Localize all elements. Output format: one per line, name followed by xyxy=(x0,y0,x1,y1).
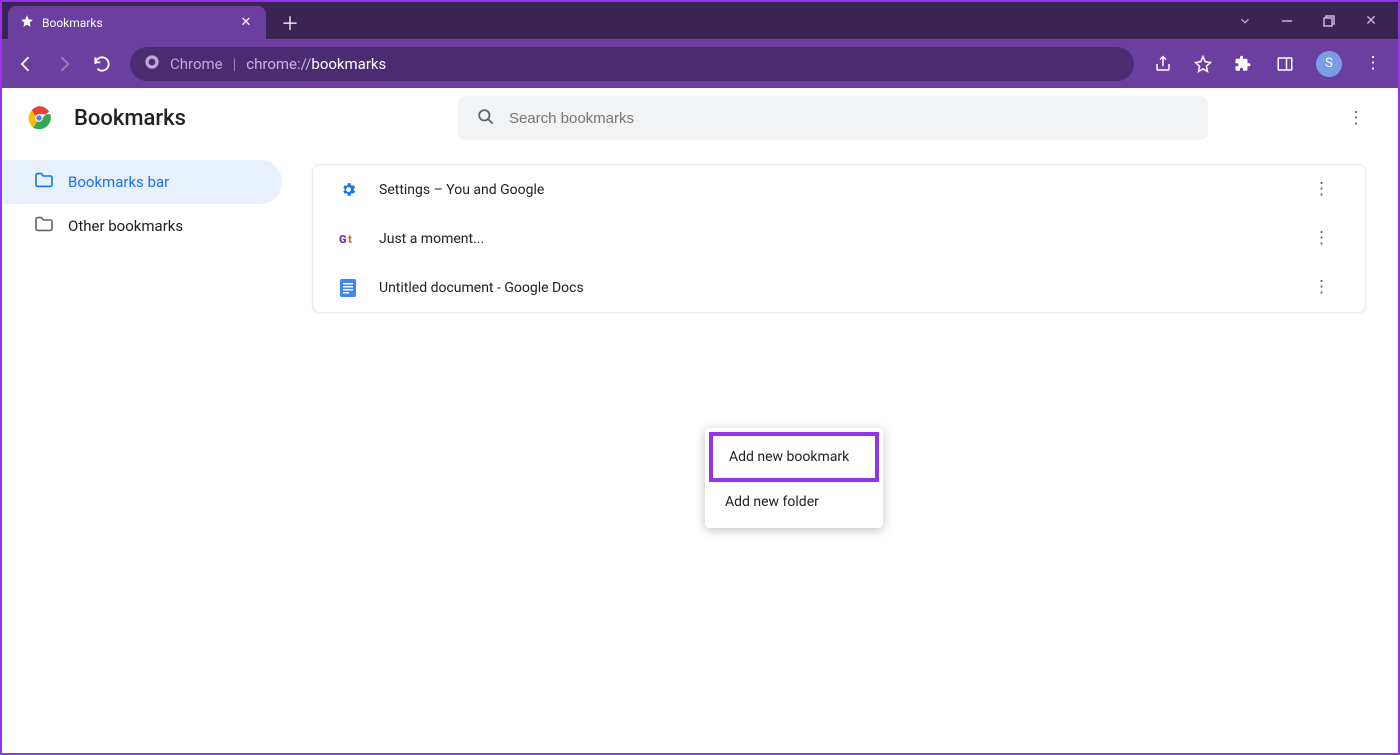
page-title: Bookmarks xyxy=(74,106,186,131)
star-icon xyxy=(20,14,34,31)
sidebar: Bookmarks bar Other bookmarks xyxy=(2,148,292,753)
title-bar: Bookmarks ✕ ＋ ✕ xyxy=(2,2,1398,39)
bookmark-title: Untitled document - Google Docs xyxy=(379,280,1291,296)
page-header: Bookmarks ⋮ xyxy=(2,88,1398,148)
context-add-new-bookmark[interactable]: Add new bookmark xyxy=(709,432,879,482)
bookmark-item[interactable]: Settings – You and Google ⋮ xyxy=(313,165,1365,214)
sidebar-item-bookmarks-bar[interactable]: Bookmarks bar xyxy=(2,160,282,204)
bookmark-item[interactable]: Untitled document - Google Docs ⋮ xyxy=(313,263,1365,312)
bookmark-title: Settings – You and Google xyxy=(379,182,1291,198)
chrome-logo-icon xyxy=(26,105,52,131)
sidebar-item-label: Other bookmarks xyxy=(68,217,183,235)
favicon-icon: Gt xyxy=(339,230,357,248)
bookmark-list: Settings – You and Google ⋮ Gt Just a mo… xyxy=(312,164,1366,313)
bookmarks-page: Bookmarks ⋮ Bookmarks bar Other bookmark… xyxy=(2,88,1398,753)
profile-avatar[interactable]: S xyxy=(1316,51,1342,77)
window-controls: ✕ xyxy=(1218,2,1398,39)
sidebar-item-other-bookmarks[interactable]: Other bookmarks xyxy=(2,204,282,248)
svg-text:t: t xyxy=(348,233,352,245)
site-info-icon[interactable] xyxy=(144,54,160,74)
context-add-new-folder[interactable]: Add new folder xyxy=(705,482,883,522)
sidepanel-icon[interactable] xyxy=(1274,53,1296,75)
forward-button[interactable] xyxy=(54,54,74,74)
browser-toolbar: Chrome | chrome://bookmarks S ⋮ xyxy=(2,39,1398,88)
address-bar[interactable]: Chrome | chrome://bookmarks xyxy=(130,47,1134,81)
content: Bookmarks bar Other bookmarks Settings –… xyxy=(2,148,1398,753)
minimize-icon[interactable] xyxy=(1280,14,1294,28)
avatar-letter: S xyxy=(1325,56,1333,71)
search-tabs-icon[interactable] xyxy=(1238,14,1252,28)
new-tab-button[interactable]: ＋ xyxy=(274,6,306,39)
close-tab-icon[interactable]: ✕ xyxy=(238,15,254,31)
extensions-icon[interactable] xyxy=(1232,53,1254,75)
tab-title: Bookmarks xyxy=(42,16,103,30)
page-menu-button[interactable]: ⋮ xyxy=(1338,100,1374,136)
context-item-label: Add new folder xyxy=(725,494,819,510)
share-icon[interactable] xyxy=(1152,53,1174,75)
search-input[interactable] xyxy=(509,110,1190,127)
context-menu: Add new bookmark Add new folder xyxy=(705,428,883,528)
address-divider: | xyxy=(233,55,237,73)
gear-icon xyxy=(339,181,357,199)
address-scheme-label: Chrome xyxy=(170,55,223,73)
bookmark-title: Just a moment... xyxy=(379,231,1291,247)
close-window-icon[interactable]: ✕ xyxy=(1364,14,1378,28)
toolbar-right: S ⋮ xyxy=(1232,51,1384,77)
folder-icon xyxy=(34,172,54,192)
bookmark-star-icon[interactable] xyxy=(1192,53,1214,75)
bookmark-more-icon[interactable]: ⋮ xyxy=(1313,230,1337,247)
context-item-label: Add new bookmark xyxy=(729,449,849,465)
bookmark-more-icon[interactable]: ⋮ xyxy=(1313,279,1337,296)
address-url: chrome://bookmarks xyxy=(246,55,386,73)
maximize-icon[interactable] xyxy=(1322,14,1336,28)
search-bookmarks[interactable] xyxy=(458,96,1208,140)
docs-icon xyxy=(339,279,357,297)
svg-text:G: G xyxy=(339,233,347,245)
sidebar-item-label: Bookmarks bar xyxy=(68,173,169,191)
browser-tab[interactable]: Bookmarks ✕ xyxy=(8,6,266,39)
bookmark-item[interactable]: Gt Just a moment... ⋮ xyxy=(313,214,1365,263)
back-button[interactable] xyxy=(16,54,36,74)
browser-menu-icon[interactable]: ⋮ xyxy=(1362,53,1384,75)
folder-icon xyxy=(34,216,54,236)
search-icon xyxy=(476,107,495,130)
reload-button[interactable] xyxy=(92,54,112,74)
bookmark-more-icon[interactable]: ⋮ xyxy=(1313,181,1337,198)
